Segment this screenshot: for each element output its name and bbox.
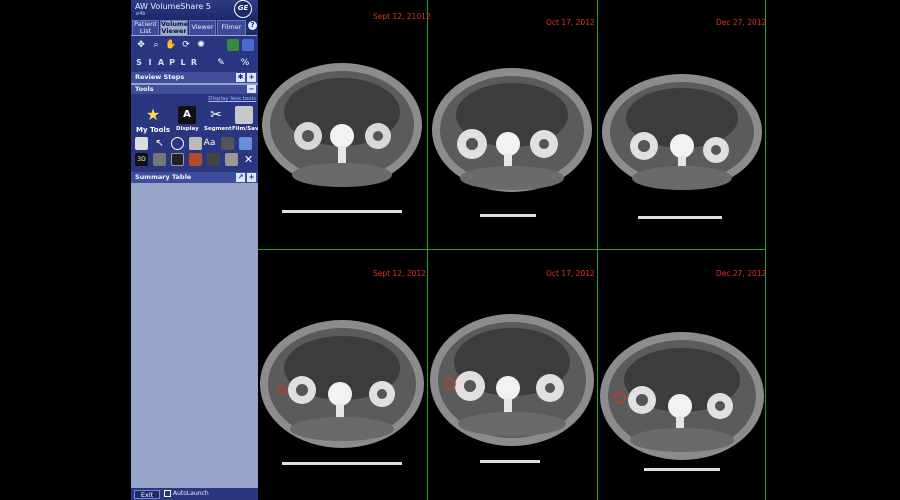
close-x-icon[interactable]: ✕ [242,153,255,166]
cine-icon[interactable] [225,153,238,166]
orient-i-button[interactable]: I [145,57,155,69]
orientation-toolbar: S I A P L R ✎ % [131,54,258,72]
brightness-icon[interactable]: ✺ [195,39,207,51]
layout-icon[interactable] [227,39,239,51]
orient-a-button[interactable]: A [156,57,166,69]
app-title: AW VolumeShare 5 [135,2,211,11]
colormap-icon[interactable] [189,153,202,166]
viewport-1[interactable]: Sept 12, 21012 [258,0,431,249]
ct-scan-image [260,320,424,465]
film-save-button[interactable]: Film/Save [232,106,263,132]
bottom-bar: Exit AutoLaunch [131,488,258,500]
summary-table-label: Summary Table [135,173,192,181]
3d-icon[interactable]: 3D [135,153,148,166]
review-add-icon[interactable]: + [247,73,256,82]
ct-scan-image [602,74,762,219]
ellipse-roi-icon[interactable] [171,137,184,150]
summary-table-header[interactable]: Summary Table ↗ + [131,172,258,183]
tools-label: Tools [135,85,154,93]
viewport-6[interactable]: Dec 27, 2012 [598,250,767,500]
line-measure-icon[interactable]: ↖ [153,137,166,150]
viewport-date: Oct 17, 2012 [546,18,595,27]
orient-r-button[interactable]: R [189,57,199,69]
ge-logo: GE [234,0,252,18]
zoom-icon[interactable]: ⌕ [150,39,162,51]
angle-icon[interactable] [189,137,202,150]
segment-button[interactable]: ✂ Segment [204,106,232,132]
review-steps-label: Review Steps [135,73,185,81]
display-less-link[interactable]: Display less tools [208,96,256,102]
summary-table-body [131,183,258,488]
tab-volume-viewer[interactable]: Volume Viewer [160,20,188,35]
stack-icon[interactable] [221,137,234,150]
volume-render-icon[interactable] [153,153,166,166]
tab-bar: Patient List Volume Viewer Viewer Filmer… [131,19,258,35]
pan-icon[interactable]: ✥ [135,39,147,51]
summary-export-icon[interactable]: ↗ [236,173,245,182]
annotate-text-icon[interactable]: Aa [203,137,216,150]
viewport-date: Sept 12, 2012 [373,269,426,278]
navigation-toolbar: ✥ ⌕ ✋ ⟳ ✺ [131,36,258,54]
star-icon: ★ [145,105,161,124]
curved-reformat-icon[interactable] [207,153,220,166]
grid-divider [765,0,766,500]
viewport-date: Dec 27, 2012 [716,18,767,27]
segment-label: Segment [204,126,232,132]
ct-scan-image [432,68,592,217]
orient-s-button[interactable]: S [134,57,144,69]
summary-add-icon[interactable]: + [247,173,256,182]
display-label: Display [176,126,199,132]
display-button[interactable]: A Display [176,106,199,132]
tools-body: Display less tools ★ My Tools A Display … [131,94,263,172]
orient-p-button[interactable]: P [167,57,177,69]
screen-icon[interactable] [242,39,254,51]
film-save-label: Film/Save [232,126,263,132]
ct-scan-image [600,332,764,471]
viewport-3[interactable]: Dec 27, 2012 [598,0,767,249]
display-icon: A [178,106,196,124]
app-subtitle: e4b [136,11,146,17]
viewport-date: Dec 27, 2012 [716,269,767,278]
viewport-4[interactable]: Sept 12, 2012 [258,250,427,500]
viewport-5[interactable]: Oct 17, 2012 [428,250,597,500]
help-button[interactable]: ? [248,21,257,30]
disk-icon [235,106,253,124]
my-tools-label: My Tools [136,126,170,134]
collapse-icon[interactable]: − [247,85,256,93]
review-settings-icon[interactable]: ✱ [236,73,245,82]
app-titlebar: AW VolumeShare 5 e4b GE [131,0,258,19]
export-icon[interactable] [239,137,252,150]
tab-label: Viewer [161,27,187,35]
tab-patient-list[interactable]: Patient List [132,20,159,35]
image-viewer[interactable]: Sept 12, 21012 Oct 17, 2012 Dec 27, 2012 [258,0,766,500]
tab-filmer[interactable]: Filmer [217,20,246,35]
viewport-date: Sept 12, 21012 [373,12,431,21]
tab-label: List [139,27,152,35]
orient-l-button[interactable]: L [178,57,188,69]
scissors-icon: ✂ [210,107,222,123]
crosshair-icon[interactable] [135,137,148,150]
ct-scan-image [262,63,422,213]
control-panel: AW VolumeShare 5 e4b GE Patient List Vol… [131,0,263,500]
hand-icon[interactable]: ✋ [165,39,177,51]
viewport-2[interactable]: Oct 17, 2012 [428,0,597,249]
autolaunch-toggle[interactable]: AutoLaunch [164,489,209,499]
viewport-date: Oct 17, 2012 [546,269,595,278]
sync-icon[interactable]: ✎ [215,57,227,69]
percent-icon[interactable]: % [239,57,251,69]
rotate-icon[interactable]: ⟳ [180,39,192,51]
tools-header[interactable]: Tools − [131,85,258,94]
tab-label: Filmer [221,23,242,31]
tab-label: Viewer [191,23,214,31]
mip-icon[interactable] [171,153,184,166]
autolaunch-checkbox[interactable] [164,490,171,497]
tab-viewer[interactable]: Viewer [189,20,216,35]
my-tools-button[interactable]: ★ My Tools [135,105,171,135]
exit-button[interactable]: Exit [134,490,160,499]
ct-scan-image [430,314,594,463]
autolaunch-label: AutoLaunch [173,490,209,497]
review-steps-header[interactable]: Review Steps ✱ + [131,72,258,83]
